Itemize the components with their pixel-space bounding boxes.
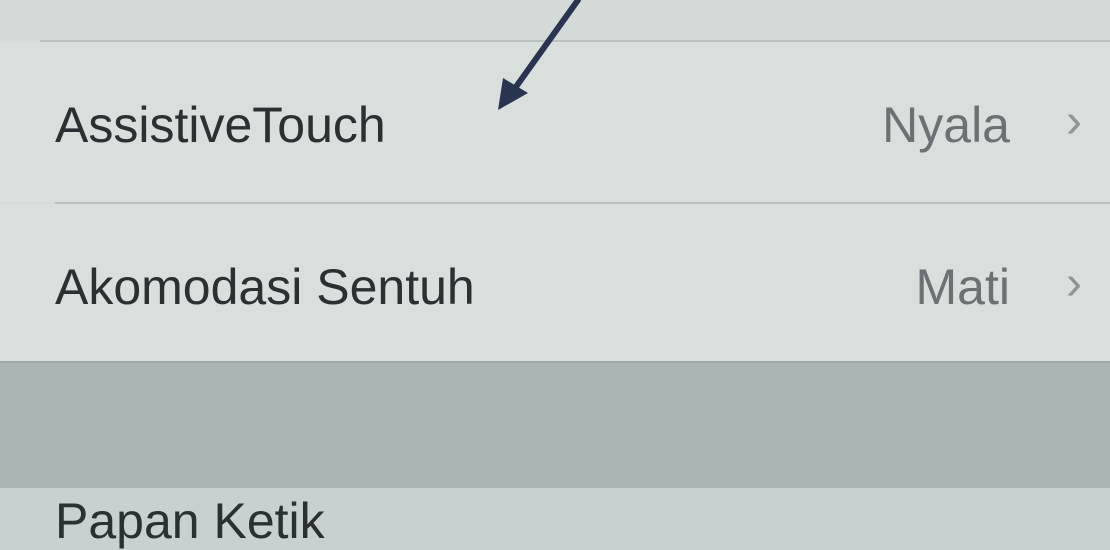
arrow-shaft bbox=[505, 0, 581, 101]
arrow-annotation bbox=[498, 0, 581, 110]
settings-screen: AssistiveTouch Nyala › Akomodasi Sentuh … bbox=[0, 0, 1110, 550]
arrow-head-icon bbox=[498, 78, 528, 110]
